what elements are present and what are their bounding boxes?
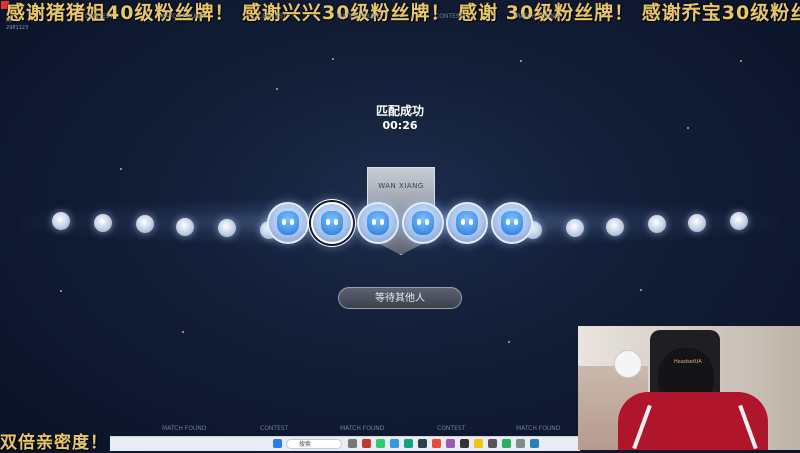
faint-label: MATCH FOUND: [337, 13, 382, 20]
faint-label: MATCH FOUND: [160, 13, 205, 20]
empty-slot-dot: [730, 212, 748, 230]
faint-label: CONTEST: [258, 13, 287, 20]
robot-avatar-icon: [501, 211, 523, 235]
robot-avatar-icon: [277, 211, 299, 235]
match-found-title: 匹配成功: [375, 104, 424, 118]
faint-label: CONTEST: [85, 13, 114, 20]
taskbar-app-icon[interactable]: [502, 439, 511, 448]
taskbar-app-icon[interactable]: [376, 439, 385, 448]
windows-taskbar: 搜索: [110, 436, 580, 451]
empty-slot-dot: [52, 212, 70, 230]
empty-slot-dot: [218, 219, 236, 237]
player-avatar-self[interactable]: [311, 202, 353, 244]
taskbar-app-icon[interactable]: [530, 439, 539, 448]
faint-label: MATCH FOUND: [516, 425, 561, 432]
top-left-info: 阿 2981123: [6, 18, 28, 32]
empty-slot-dot: [566, 219, 584, 237]
taskbar-app-icon[interactable]: [404, 439, 413, 448]
robot-avatar-icon: [412, 211, 434, 235]
faint-label: MATCH FOUND: [340, 425, 385, 432]
taskbar-app-icon[interactable]: [432, 439, 441, 448]
search-input[interactable]: 搜索: [286, 439, 342, 449]
empty-slot-dot: [94, 214, 112, 232]
faint-label: MATCH FOUND: [162, 425, 207, 432]
empty-slot-dot: [136, 215, 154, 233]
taskbar-app-icon[interactable]: [474, 439, 483, 448]
empty-slot-dot: [176, 218, 194, 236]
taskbar-app-icon[interactable]: [348, 439, 357, 448]
banner-card-text: WAN XIANG: [378, 182, 424, 190]
taskbar-app-icon[interactable]: [516, 439, 525, 448]
faint-label: CONTEST: [437, 425, 466, 432]
taskbar-app-icon[interactable]: [362, 439, 371, 448]
windows-start-icon[interactable]: [273, 439, 282, 448]
top-left-line: 阿: [6, 18, 12, 24]
player-avatar[interactable]: [402, 202, 444, 244]
taskbar-app-icon[interactable]: [418, 439, 427, 448]
robot-avatar-icon: [321, 211, 343, 235]
empty-slot-dot: [648, 215, 666, 233]
bottom-danmaku-banner: 双倍亲密度！: [0, 433, 108, 453]
player-avatar[interactable]: [357, 202, 399, 244]
empty-slot-dot: [606, 218, 624, 236]
webcam-overlay: HeadsetUA: [578, 326, 800, 450]
headset-label: HeadsetUA: [674, 359, 702, 365]
waiting-for-others-button[interactable]: 等待其他人: [338, 287, 462, 309]
player-avatar[interactable]: [446, 202, 488, 244]
player-avatar[interactable]: [267, 202, 309, 244]
faint-label: MATCH FOUND: [515, 13, 560, 20]
faint-label: CONTEST: [260, 425, 289, 432]
player-avatar[interactable]: [491, 202, 533, 244]
taskbar-app-icon[interactable]: [390, 439, 399, 448]
empty-slot-dot: [688, 214, 706, 232]
robot-avatar-icon: [367, 211, 389, 235]
robot-avatar-icon: [456, 211, 478, 235]
top-faint-labels: CONTEST MATCH FOUND CONTEST MATCH FOUND …: [0, 13, 800, 23]
panda-plush: [614, 350, 642, 378]
taskbar-app-icon[interactable]: [460, 439, 469, 448]
top-left-line: 2981123: [6, 25, 29, 31]
taskbar-app-icon[interactable]: [446, 439, 455, 448]
match-timer: 00:26: [382, 119, 418, 132]
taskbar-app-icon[interactable]: [488, 439, 497, 448]
faint-label: CONTEST: [435, 13, 464, 20]
